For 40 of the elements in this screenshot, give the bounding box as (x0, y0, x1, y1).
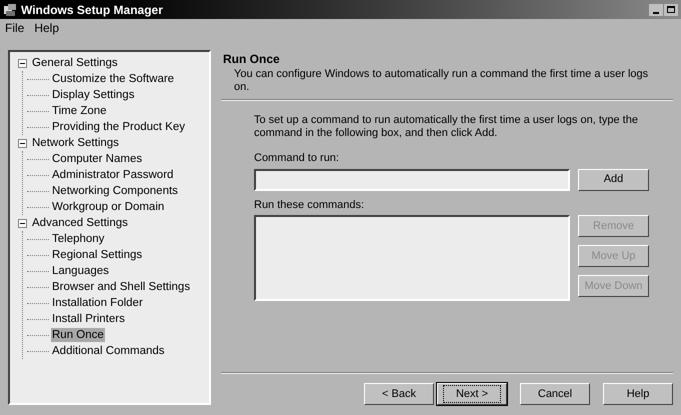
collapse-icon[interactable] (18, 138, 27, 148)
tree-item[interactable]: Computer Names (51, 152, 144, 166)
wizard-button[interactable]: Cancel (520, 383, 590, 405)
tree-item[interactable]: Languages (51, 264, 110, 278)
tree-item[interactable]: Advanced Settings (31, 216, 129, 230)
tree-item[interactable]: Run Once (51, 328, 105, 342)
menu-item[interactable]: File (5, 18, 24, 36)
tree-item[interactable]: Administrator Password (51, 168, 174, 182)
tree-item[interactable]: Browser and Shell Settings (51, 280, 192, 294)
tree-item[interactable]: Network Settings (31, 136, 120, 150)
tree-item[interactable]: Networking Components (51, 184, 179, 198)
wizard-button[interactable]: < Back (364, 383, 434, 405)
page-title: Run Once (223, 51, 281, 68)
tree-item[interactable]: Additional Commands (51, 344, 166, 358)
tree-item[interactable]: Time Zone (51, 104, 108, 118)
commands-list[interactable] (254, 215, 570, 301)
tree-item[interactable]: Regional Settings (51, 248, 144, 262)
page-subtitle: You can configure Windows to automatically run a command the first time a user logs on. (233, 68, 650, 94)
tree-item[interactable]: General Settings (31, 56, 119, 70)
field-label: Command to run: (254, 151, 340, 166)
window-title: Windows Setup Manager (21, 2, 163, 18)
maximize-button[interactable] (664, 4, 678, 16)
tree-item[interactable]: Telephony (51, 232, 106, 246)
collapse-icon[interactable] (18, 58, 27, 68)
app-icon (3, 2, 17, 16)
command-field[interactable] (254, 168, 570, 190)
add-button[interactable]: Add (578, 168, 649, 190)
menu-item[interactable]: Help (34, 18, 60, 36)
tree-item[interactable]: Workgroup or Domain (51, 200, 166, 214)
tree-item[interactable]: Install Printers (51, 312, 126, 326)
minimize-button[interactable] (649, 4, 663, 16)
wizard-button[interactable]: Next > (437, 383, 507, 405)
wizard-button[interactable]: Help (603, 383, 673, 405)
tree-item[interactable]: Installation Folder (51, 296, 144, 310)
collapse-icon[interactable] (18, 218, 27, 228)
tree-item[interactable]: Providing the Product Key (51, 120, 186, 134)
list-label: Run these commands: (254, 198, 366, 212)
tree-item[interactable]: Display Settings (51, 88, 136, 102)
tree-item[interactable]: Customize the Software (51, 72, 176, 86)
instructions-text: To set up a command to run automatically the first time a user logs on, type the command in the following box, and then click Add. (254, 114, 639, 140)
